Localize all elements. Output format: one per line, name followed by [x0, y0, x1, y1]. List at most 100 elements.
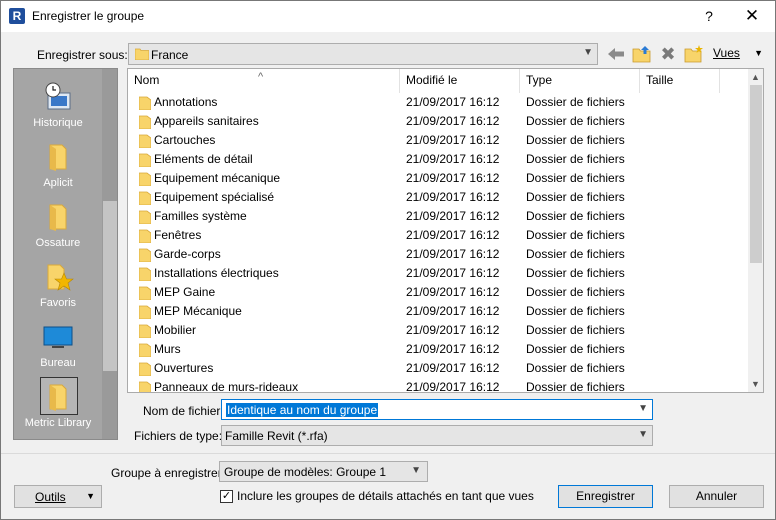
file-name: MEP Gaine — [154, 285, 216, 299]
new-folder-icon[interactable] — [683, 43, 705, 65]
file-name: Annotations — [154, 95, 218, 109]
file-date: 21/09/2017 16:12 — [406, 228, 500, 242]
file-date: 21/09/2017 16:12 — [406, 247, 500, 261]
column-header-name[interactable]: ^ Nom — [128, 69, 400, 93]
close-button[interactable]: ✕ — [737, 4, 767, 28]
column-header-label: Modifié le — [406, 73, 458, 87]
folder-icon — [139, 343, 151, 357]
place-label: Aplicit — [43, 177, 73, 189]
table-row[interactable]: Equipement mécanique 21/09/2017 16:12 Do… — [128, 169, 748, 188]
chevron-down-icon: ▼ — [583, 47, 593, 58]
chevron-down-icon: ▼ — [638, 429, 648, 440]
file-list-scroll-thumb[interactable] — [750, 85, 762, 263]
file-name: MEP Mécanique — [154, 304, 242, 318]
file-type: Dossier de fichiers — [526, 190, 625, 204]
cancel-button[interactable]: Annuler — [669, 485, 764, 508]
file-type: Dossier de fichiers — [526, 247, 625, 261]
delete-icon[interactable]: ✖ — [657, 43, 679, 65]
place-metric-library[interactable]: Metric Library — [14, 373, 102, 433]
views-menu-button[interactable]: Vues ▼ — [713, 46, 765, 62]
table-row[interactable]: Annotations 21/09/2017 16:12 Dossier de … — [128, 93, 748, 112]
include-detail-groups-checkbox[interactable]: ✓ — [220, 490, 233, 503]
folder-icon — [139, 210, 151, 224]
table-row[interactable]: Installations électriques 21/09/2017 16:… — [128, 264, 748, 283]
table-row[interactable]: Garde-corps 21/09/2017 16:12 Dossier de … — [128, 245, 748, 264]
file-name: Ouvertures — [154, 361, 214, 375]
places-scrollbar[interactable] — [102, 69, 117, 439]
divider — [1, 453, 775, 454]
table-row[interactable]: MEP Mécanique 21/09/2017 16:12 Dossier d… — [128, 302, 748, 321]
column-header-type[interactable]: Type — [520, 69, 640, 93]
save-button[interactable]: Enregistrer — [558, 485, 653, 508]
back-arrow-icon[interactable] — [605, 43, 627, 65]
file-date: 21/09/2017 16:12 — [406, 190, 500, 204]
filename-value: Identique au nom du groupe — [226, 403, 379, 417]
folder-icon — [139, 172, 151, 186]
help-button[interactable]: ? — [694, 4, 724, 28]
chevron-down-icon: ▼ — [754, 48, 763, 58]
table-row[interactable]: Eléments de détail 21/09/2017 16:12 Doss… — [128, 150, 748, 169]
file-name: Eléments de détail — [154, 152, 253, 166]
column-header-modified[interactable]: Modifié le — [400, 69, 520, 93]
filename-input[interactable]: Identique au nom du groupe ▼ — [221, 399, 653, 420]
place-history[interactable]: Historique — [14, 73, 102, 133]
table-row[interactable]: Murs 21/09/2017 16:12 Dossier de fichier… — [128, 340, 748, 359]
file-type: Dossier de fichiers — [526, 285, 625, 299]
folder-icon — [135, 48, 149, 60]
folder-icon — [139, 248, 151, 262]
table-row[interactable]: Ouvertures 21/09/2017 16:12 Dossier de f… — [128, 359, 748, 378]
file-name: Equipement mécanique — [154, 171, 281, 185]
folder-icon — [139, 153, 151, 167]
table-row[interactable]: Fenêtres 21/09/2017 16:12 Dossier de fic… — [128, 226, 748, 245]
chevron-down-icon[interactable]: ▼ — [638, 403, 648, 414]
table-row[interactable]: Familles système 21/09/2017 16:12 Dossie… — [128, 207, 748, 226]
table-row[interactable]: Mobilier 21/09/2017 16:12 Dossier de fic… — [128, 321, 748, 340]
tools-label: Outils — [35, 490, 66, 504]
file-list-scrollbar[interactable]: ▲ ▼ — [748, 69, 763, 392]
folder-icon — [139, 362, 151, 376]
folder-up-icon[interactable] — [631, 43, 653, 65]
filename-label: Nom de fichier: — [143, 404, 224, 418]
place-label: Favoris — [39, 297, 77, 309]
table-row[interactable]: Panneaux de murs-rideaux 21/09/2017 16:1… — [128, 378, 748, 393]
table-row[interactable]: Appareils sanitaires 21/09/2017 16:12 Do… — [128, 112, 748, 131]
place-label: Bureau — [40, 357, 76, 369]
file-name: Equipement spécialisé — [154, 190, 275, 204]
file-type: Dossier de fichiers — [526, 133, 625, 147]
filetype-dropdown[interactable]: Famille Revit (*.rfa) ▼ — [221, 425, 653, 446]
folder-icon — [139, 305, 151, 319]
file-date: 21/09/2017 16:12 — [406, 323, 500, 337]
file-type: Dossier de fichiers — [526, 342, 625, 356]
save-in-label: Enregistrer sous: — [37, 48, 128, 62]
table-row[interactable]: Cartouches 21/09/2017 16:12 Dossier de f… — [128, 131, 748, 150]
file-date: 21/09/2017 16:12 — [406, 304, 500, 318]
tools-button[interactable]: Outils ▼ — [14, 485, 102, 508]
table-row[interactable]: MEP Gaine 21/09/2017 16:12 Dossier de fi… — [128, 283, 748, 302]
column-header-size[interactable]: Taille — [640, 69, 720, 93]
column-header-label: Taille — [646, 73, 674, 87]
place-ossature[interactable]: Ossature — [14, 193, 102, 253]
file-type: Dossier de fichiers — [526, 323, 625, 337]
file-date: 21/09/2017 16:12 — [406, 133, 500, 147]
folder-icon — [139, 229, 151, 243]
chevron-up-icon[interactable]: ▲ — [751, 72, 760, 82]
file-name: Panneaux de murs-rideaux — [154, 380, 299, 393]
file-date: 21/09/2017 16:12 — [406, 266, 500, 280]
places-bar: Historique Aplicit Ossature Favoris Bure… — [13, 68, 118, 440]
place-desktop[interactable]: Bureau — [14, 313, 102, 373]
places-scroll-thumb[interactable] — [103, 201, 117, 371]
table-row[interactable]: Equipement spécialisé 21/09/2017 16:12 D… — [128, 188, 748, 207]
file-date: 21/09/2017 16:12 — [406, 152, 500, 166]
place-aplicit[interactable]: Aplicit — [14, 133, 102, 193]
include-detail-groups-label[interactable]: Inclure les groupes de détails attachés … — [237, 489, 534, 503]
place-favorites[interactable]: Favoris — [14, 253, 102, 313]
chevron-down-icon[interactable]: ▼ — [751, 379, 760, 389]
place-label: Historique — [33, 117, 83, 129]
place-label: Metric Library — [24, 417, 92, 429]
filetype-value: Famille Revit (*.rfa) — [225, 429, 328, 443]
save-in-dropdown[interactable]: France ▼ — [128, 43, 598, 65]
file-name: Familles système — [154, 209, 247, 223]
folder-icon — [139, 115, 151, 129]
file-type: Dossier de fichiers — [526, 114, 625, 128]
group-dropdown[interactable]: Groupe de modèles: Groupe 1 ▼ — [219, 461, 428, 482]
